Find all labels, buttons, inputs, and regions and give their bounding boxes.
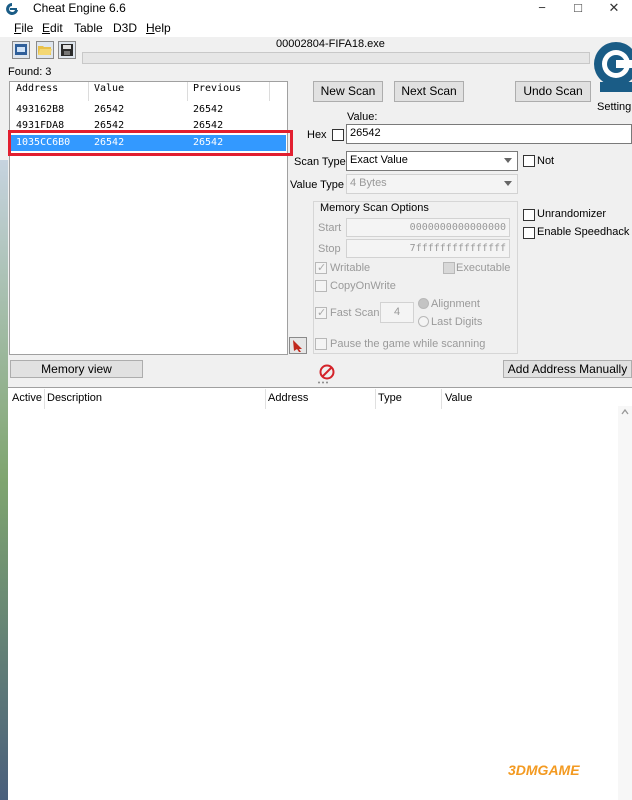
menu-edit[interactable]: Edit [42,21,63,35]
result-value: 26542 [94,104,125,115]
stop-label: Stop [318,243,341,255]
undo-scan-button[interactable]: Undo Scan [515,81,591,102]
results-header-divider [88,82,89,101]
results-header-value[interactable]: Value [94,83,124,94]
cheat-engine-app-icon [6,3,18,15]
results-header-divider [187,82,188,101]
hex-checkbox[interactable] [332,129,344,141]
add-address-manually-button[interactable]: Add Address Manually [503,360,632,378]
background-window-edge [0,160,8,800]
memory-view-button[interactable]: Memory view [10,360,143,378]
found-count: Found: 3 [8,66,52,78]
stop-address-input[interactable]: 7fffffffffffffff [346,239,510,258]
scan-type-label: Scan Type [294,156,346,168]
result-previous: 26542 [193,104,224,115]
scan-progress-bar [82,52,590,64]
unrandomizer-label: Unrandomizer [537,208,607,220]
address-list-header-address[interactable]: Address [268,392,308,404]
alignment-radio[interactable] [418,298,429,309]
address-list-header-divider [265,389,266,409]
settings-label[interactable]: Setting [597,101,631,113]
clear-list-icon[interactable] [319,364,335,380]
results-header-divider [269,82,270,101]
open-table-icon[interactable] [36,41,54,59]
copy-on-write-checkbox[interactable] [315,280,327,292]
save-table-icon[interactable] [58,41,76,59]
result-address: 493162B8 [16,104,65,115]
cheat-engine-logo-icon[interactable] [592,36,632,100]
process-title: 00002804-FIFA18.exe [276,38,385,50]
writable-checkbox[interactable] [315,261,327,274]
window-title: Cheat Engine 6.6 [33,1,126,15]
result-row[interactable]: 493162B8 26542 26542 [10,102,287,118]
not-checkbox[interactable] [523,155,535,167]
menu-help[interactable]: Help [146,21,171,35]
watermark: 3DMGAME [508,762,580,778]
address-list-scrollbar[interactable] [618,406,632,800]
results-header-previous[interactable]: Previous [193,83,241,94]
last-digits-radio[interactable] [418,316,429,327]
pointer-arrow-icon[interactable] [289,337,307,354]
address-list-header-type[interactable]: Type [378,392,402,404]
highlight-box [8,130,293,156]
executable-checkbox[interactable] [443,262,455,274]
next-scan-button[interactable]: Next Scan [394,81,464,102]
speedhack-label: Enable Speedhack [537,226,630,238]
address-list-header-divider [441,389,442,409]
value-type-select[interactable]: 4 Bytes [346,174,518,194]
address-list[interactable] [8,387,632,800]
menu-d3d[interactable]: D3D [113,21,137,35]
value-input[interactable]: 26542 [346,124,632,144]
start-label: Start [318,222,342,234]
process-select-icon[interactable] [12,41,30,59]
menu-file[interactable]: File [14,21,33,35]
fast-scan-label: Fast Scan [330,307,380,319]
executable-label: Executable [456,262,511,274]
unrandomizer-checkbox[interactable] [523,209,535,221]
fast-scan-checkbox[interactable] [315,306,327,319]
address-list-header-description[interactable]: Description [47,392,102,404]
results-header-address[interactable]: Address [16,83,58,94]
not-label: Not [537,155,555,167]
pause-game-checkbox[interactable] [315,338,327,350]
splitter-handle[interactable] [316,380,332,385]
scan-type-select[interactable]: Exact Value [346,151,518,171]
memory-scan-options-title: Memory Scan Options [318,202,431,214]
address-list-header-divider [44,389,45,409]
pause-game-label: Pause the game while scanning [330,338,486,350]
new-scan-button[interactable]: New Scan [313,81,383,102]
copy-on-write-label: CopyOnWrite [330,280,396,292]
minimize-button[interactable]: − [528,0,556,18]
maximize-button[interactable]: □ [564,0,592,18]
address-list-header-value[interactable]: Value [445,392,472,404]
value-label: Value: [347,111,378,123]
start-address-input[interactable]: 0000000000000000 [346,218,510,237]
hex-label: Hex [307,129,327,141]
value-type-label: Value Type [290,179,345,191]
speedhack-checkbox[interactable] [523,227,535,239]
close-button[interactable]: ✕ [600,0,628,18]
address-list-header-divider [375,389,376,409]
writable-label: Writable [330,262,371,274]
last-digits-label: Last Digits [431,316,483,328]
address-list-header-active[interactable]: Active [12,392,42,404]
menu-table[interactable]: Table [74,21,103,35]
alignment-label: Alignment [431,298,480,310]
fast-scan-input[interactable]: 4 [380,302,414,323]
